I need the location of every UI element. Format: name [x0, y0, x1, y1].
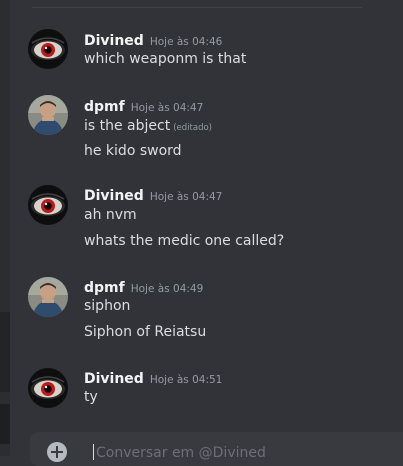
message-text: ty — [84, 389, 98, 405]
timestamp[interactable]: Hoje às 04:49 — [131, 283, 204, 295]
message-header: dpmf Hoje às 04:47 — [84, 96, 203, 115]
avatar-dpmf[interactable] — [28, 95, 68, 135]
avatar-divined[interactable] — [28, 29, 68, 69]
username[interactable]: Divined — [84, 33, 144, 49]
message-text: which weaponm is that — [84, 51, 247, 67]
message-text: whats the medic one called? — [84, 233, 285, 249]
message-input[interactable]: Conversar em @Divined — [96, 445, 266, 461]
eye-avatar-icon — [28, 368, 68, 408]
message-header: Divined Hoje às 04:51 — [84, 368, 222, 387]
username[interactable]: Divined — [84, 371, 144, 387]
avatar-dpmf[interactable] — [28, 277, 68, 317]
message-text: Siphon of Reiatsu — [84, 324, 207, 340]
message-text: siphon — [84, 298, 131, 314]
message-header: Divined Hoje às 04:47 — [84, 185, 222, 204]
message-group[interactable]: Divined Hoje às 04:47 ah nvm whats the me… — [10, 185, 403, 255]
message-group[interactable]: Divined Hoje às 04:46 which weaponm is th… — [10, 29, 403, 74]
left-panel-edge — [0, 0, 10, 456]
message-composer[interactable]: Conversar em @Divined — [30, 432, 403, 466]
message-group[interactable]: dpmf Hoje às 04:47 is the abject (editado)… — [10, 95, 403, 165]
message-group[interactable]: dpmf Hoje às 04:49 siphon Siphon of Reiat… — [10, 277, 403, 347]
message-header: dpmf Hoje às 04:49 — [84, 277, 203, 296]
timestamp[interactable]: Hoje às 04:47 — [150, 191, 223, 203]
edited-label: (editado) — [173, 123, 212, 133]
divider — [32, 7, 362, 8]
text-caret — [93, 444, 94, 460]
message-header: Divined Hoje às 04:46 — [84, 30, 222, 49]
panel-block — [0, 404, 10, 444]
eye-avatar-icon — [28, 29, 68, 69]
message-text: ah nvm — [84, 207, 137, 223]
username[interactable]: Divined — [84, 188, 144, 204]
timestamp[interactable]: Hoje às 04:47 — [131, 102, 204, 114]
person-photo-avatar-icon — [28, 95, 68, 135]
panel-block — [0, 312, 10, 392]
chat-area[interactable]: Divined Hoje às 04:46 which weaponm is th… — [10, 0, 403, 466]
avatar-divined[interactable] — [28, 368, 68, 408]
avatar-divined[interactable] — [28, 185, 68, 225]
message-text-content: is the abject — [84, 118, 171, 134]
person-photo-avatar-icon — [28, 277, 68, 317]
message-group[interactable]: Divined Hoje às 04:51 ty — [10, 368, 403, 413]
timestamp[interactable]: Hoje às 04:46 — [150, 36, 223, 48]
message-text: he kido sword — [84, 143, 182, 159]
message-text: is the abject (editado) — [84, 118, 212, 134]
plus-circle-icon[interactable] — [47, 442, 67, 462]
username[interactable]: dpmf — [84, 280, 125, 296]
username[interactable]: dpmf — [84, 99, 125, 115]
eye-avatar-icon — [28, 185, 68, 225]
timestamp[interactable]: Hoje às 04:51 — [150, 374, 223, 386]
